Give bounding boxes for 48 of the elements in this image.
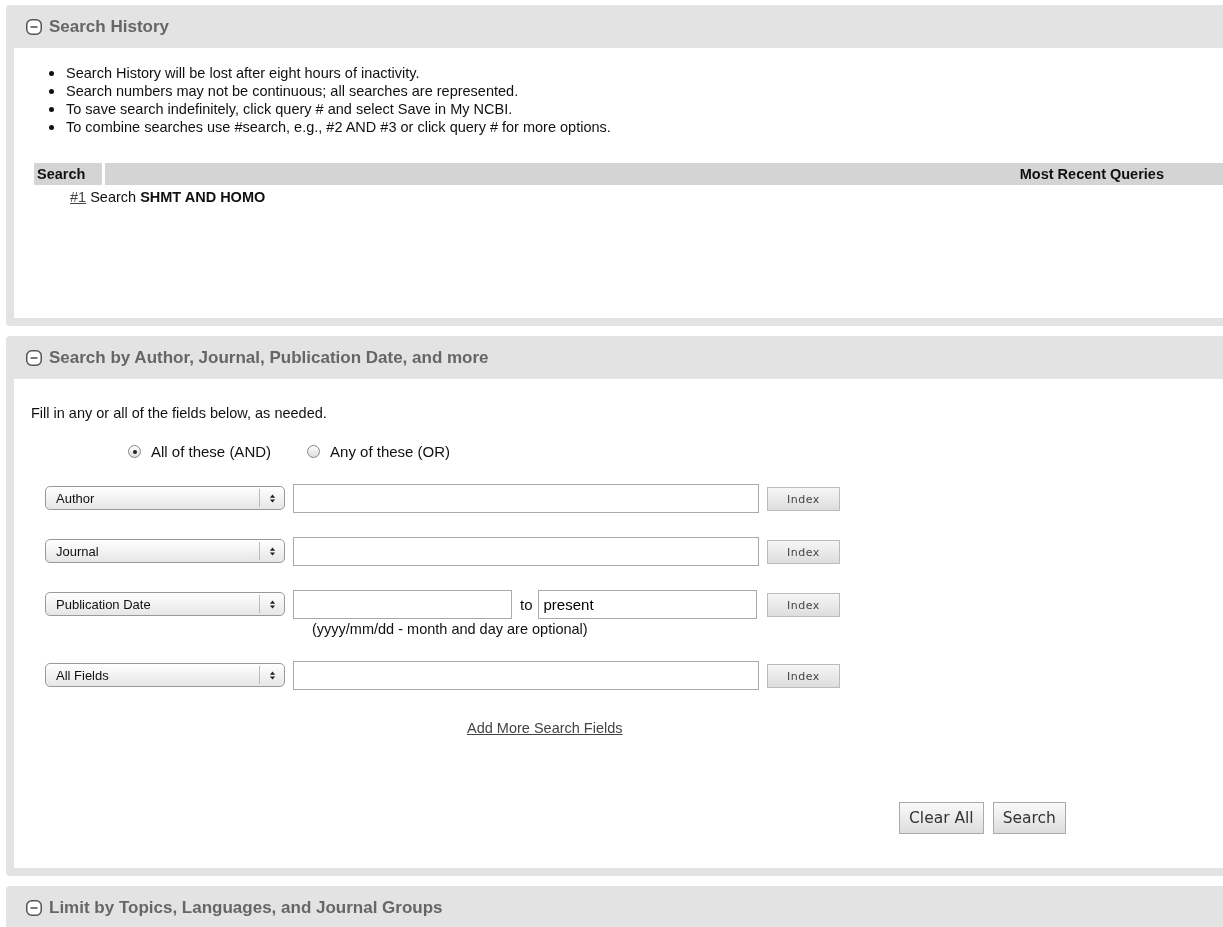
stepper-icon [269, 492, 276, 504]
note-text: To save search indefinitely, click query # and select Save in My NCBI. [66, 100, 513, 118]
note-text: Search History will be lost after eight hours of inactivity. [66, 64, 420, 82]
panel-header[interactable]: Limit by Topics, Languages, and Journal Groups [14, 886, 1223, 927]
collapse-icon[interactable] [26, 899, 42, 916]
instruction-text: Fill in any or all of the fields below, as needed. [31, 405, 328, 421]
panel-header[interactable]: Search by Author, Journal, Publication Date, and more [14, 336, 1223, 379]
query-text: Search SHMT AND HOMO [90, 189, 266, 205]
field-select[interactable]: Author [45, 486, 285, 510]
format-hint: (yyyy/mm/dd - month and day are optional) [312, 621, 589, 637]
input-field[interactable]: present [537, 590, 757, 619]
form-button[interactable]: Search [992, 802, 1066, 834]
radio-button[interactable] [128, 445, 141, 458]
input-field[interactable] [293, 537, 759, 566]
panel-title: Search by Author, Journal, Publication Date, and more [49, 347, 489, 368]
bullet-icon [49, 106, 54, 112]
input-field[interactable] [293, 484, 759, 513]
input-field[interactable] [293, 661, 759, 690]
index-button[interactable]: Index [767, 593, 840, 617]
stepper-icon [269, 545, 276, 557]
panel-title: Search History [49, 16, 169, 37]
add-fields-link[interactable]: Add More Search Fields [467, 720, 623, 736]
index-button[interactable]: Index [767, 540, 840, 564]
bullet-icon [49, 124, 54, 130]
radio-label: Any of these (OR) [330, 443, 451, 460]
to-label: to [520, 596, 533, 613]
bullet-icon [49, 88, 54, 94]
field-select[interactable]: Publication Date [45, 592, 285, 616]
stepper-icon [269, 598, 276, 610]
note-text: Search numbers may not be continuous; all searches are represented. [66, 82, 519, 100]
query-number-link[interactable]: #1 [70, 189, 87, 205]
stepper-icon [269, 669, 276, 681]
radio-button[interactable] [307, 445, 321, 458]
index-button[interactable]: Index [767, 487, 840, 511]
input-field[interactable] [293, 590, 512, 619]
panel-header[interactable]: Search History [14, 5, 1223, 48]
note-text: To combine searches use #search, e.g., #2 AND #3 or click query # for more options. [66, 118, 611, 136]
field-select[interactable]: All Fields [45, 663, 285, 687]
collapse-icon[interactable] [26, 349, 42, 366]
column-header: Search [34, 163, 102, 185]
column-header: Most Recent Queries [105, 163, 1223, 185]
bullet-icon [49, 70, 54, 76]
panel-title: Limit by Topics, Languages, and Journal Groups [49, 897, 443, 918]
collapse-icon[interactable] [26, 18, 42, 35]
field-select[interactable]: Journal [45, 539, 285, 563]
form-button[interactable]: Clear All [899, 802, 984, 834]
index-button[interactable]: Index [767, 664, 840, 688]
radio-label: All of these (AND) [151, 443, 272, 460]
